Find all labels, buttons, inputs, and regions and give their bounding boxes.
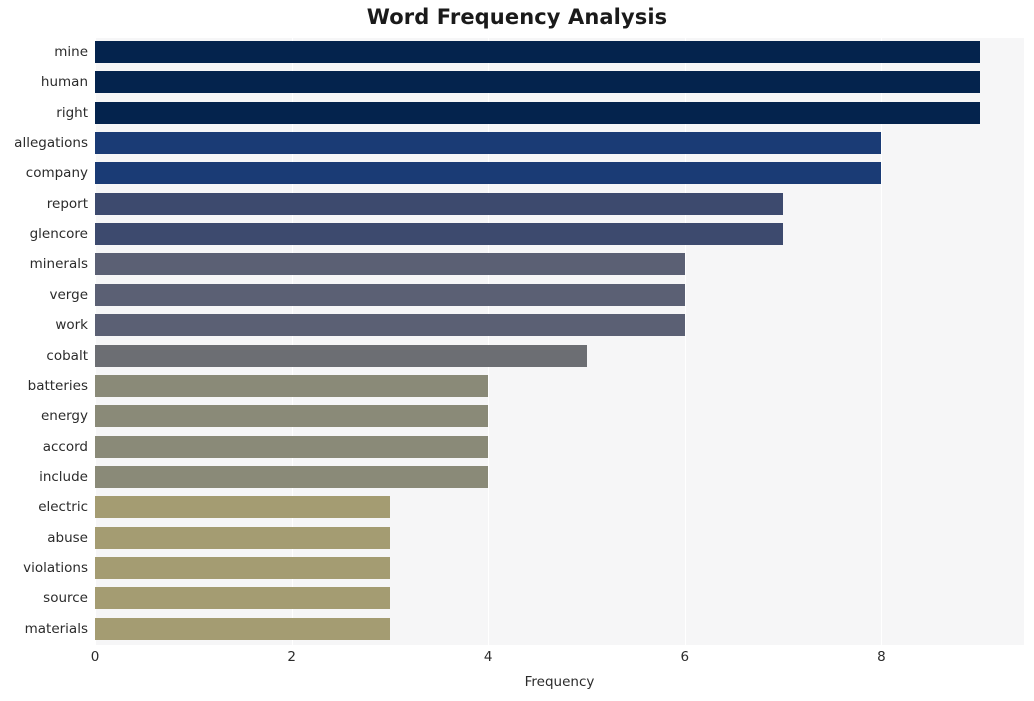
bar-energy[interactable] bbox=[95, 405, 489, 428]
bar-row[interactable] bbox=[95, 402, 1024, 430]
y-tick-label-glencore: glencore bbox=[29, 226, 88, 243]
bar-row[interactable] bbox=[95, 250, 1024, 278]
bar-cobalt[interactable] bbox=[95, 344, 587, 367]
bar-row[interactable] bbox=[95, 129, 1024, 157]
y-tick-label-verge: verge bbox=[49, 286, 88, 303]
x-tick-label-4: 4 bbox=[483, 649, 493, 665]
y-tick-label-accord: accord bbox=[42, 438, 88, 455]
bar-row[interactable] bbox=[95, 311, 1024, 339]
y-tick-label-source: source bbox=[43, 590, 88, 607]
y-tick-label-company: company bbox=[25, 165, 88, 182]
bar-work[interactable] bbox=[95, 314, 685, 337]
bar-row[interactable] bbox=[95, 220, 1024, 248]
bar-mine[interactable] bbox=[95, 41, 980, 63]
bar-row[interactable] bbox=[95, 584, 1024, 612]
y-tick-label-include: include bbox=[39, 468, 88, 485]
bar-row[interactable] bbox=[95, 493, 1024, 521]
bar-row[interactable] bbox=[95, 372, 1024, 400]
word-frequency-chart: Word Frequency Analysis mine human right al… bbox=[0, 0, 1034, 701]
bar-glencore[interactable] bbox=[95, 223, 784, 246]
bar-materials[interactable] bbox=[95, 617, 390, 640]
bar-row[interactable] bbox=[95, 99, 1024, 127]
plot-area bbox=[95, 38, 1024, 645]
y-tick-label-work: work bbox=[55, 317, 88, 334]
bar-row[interactable] bbox=[95, 524, 1024, 552]
bar-company[interactable] bbox=[95, 162, 882, 185]
bar-accord[interactable] bbox=[95, 435, 489, 458]
x-tick-label-6: 6 bbox=[680, 649, 690, 665]
bar-row[interactable] bbox=[95, 342, 1024, 370]
y-tick-label-energy: energy bbox=[40, 408, 88, 425]
y-tick-label-materials: materials bbox=[24, 620, 88, 637]
bar-row[interactable] bbox=[95, 159, 1024, 187]
bar-row[interactable] bbox=[95, 38, 1024, 66]
bar-row[interactable] bbox=[95, 463, 1024, 491]
bar-abuse[interactable] bbox=[95, 526, 390, 549]
bar-right[interactable] bbox=[95, 101, 980, 124]
bar-row[interactable] bbox=[95, 615, 1024, 643]
bar-row[interactable] bbox=[95, 68, 1024, 96]
x-tick-label-0: 0 bbox=[90, 649, 100, 665]
y-tick-label-violations: violations bbox=[23, 559, 88, 576]
x-tick-label-2: 2 bbox=[287, 649, 296, 665]
y-tick-label-abuse: abuse bbox=[47, 529, 88, 546]
y-tick-label-electric: electric bbox=[38, 499, 88, 516]
bar-report[interactable] bbox=[95, 192, 784, 215]
bar-include[interactable] bbox=[95, 465, 489, 488]
chart-title: Word Frequency Analysis bbox=[366, 5, 668, 29]
y-tick-label-report: report bbox=[46, 195, 88, 212]
bar-source[interactable] bbox=[95, 587, 390, 610]
y-tick-label-allegations: allegations bbox=[14, 135, 88, 152]
y-axis-labels: mine human right allegations company report gl… bbox=[0, 38, 88, 645]
bar-row[interactable] bbox=[95, 190, 1024, 218]
bar-minerals[interactable] bbox=[95, 253, 685, 276]
x-tick-label-8: 8 bbox=[877, 649, 886, 665]
y-tick-label-minerals: minerals bbox=[29, 256, 88, 273]
y-tick-label-mine: mine bbox=[54, 44, 88, 60]
x-axis-title: Frequency bbox=[524, 674, 595, 690]
y-tick-label-human: human bbox=[40, 74, 88, 91]
bar-batteries[interactable] bbox=[95, 374, 489, 397]
bar-row[interactable] bbox=[95, 433, 1024, 461]
bar-verge[interactable] bbox=[95, 283, 685, 306]
bar-row[interactable] bbox=[95, 281, 1024, 309]
bar-allegations[interactable] bbox=[95, 132, 882, 155]
bar-human[interactable] bbox=[95, 71, 980, 94]
bar-violations[interactable] bbox=[95, 556, 390, 579]
bar-row[interactable] bbox=[95, 554, 1024, 582]
bar-electric[interactable] bbox=[95, 496, 390, 519]
y-tick-label-batteries: batteries bbox=[27, 377, 88, 394]
y-tick-label-right: right bbox=[56, 104, 88, 121]
y-tick-label-cobalt: cobalt bbox=[46, 347, 88, 364]
x-axis-labels: 0 2 4 6 8 bbox=[0, 645, 1034, 671]
